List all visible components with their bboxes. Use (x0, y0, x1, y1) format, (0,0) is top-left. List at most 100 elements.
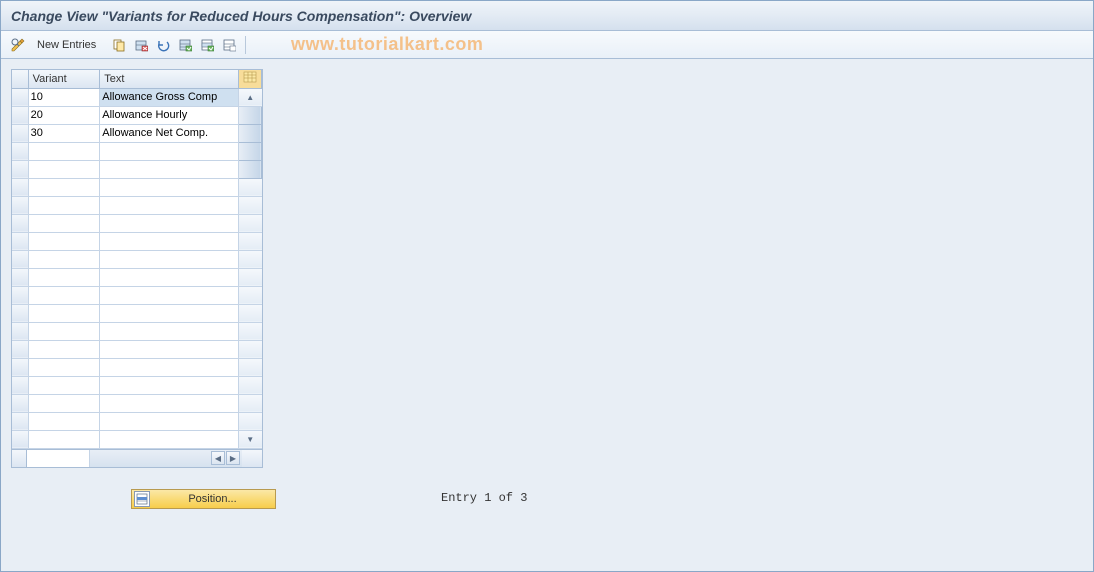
cell-variant[interactable] (28, 142, 100, 160)
cell-variant[interactable] (28, 412, 100, 430)
row-selector[interactable] (12, 106, 28, 124)
row-selector[interactable] (12, 286, 28, 304)
text-input[interactable] (100, 377, 238, 393)
variant-input[interactable] (29, 251, 100, 267)
row-selector[interactable] (12, 322, 28, 340)
hscroll-right-icon[interactable]: ▶ (226, 451, 240, 465)
scroll-thumb[interactable] (238, 142, 261, 160)
variant-input[interactable] (29, 233, 100, 249)
text-input[interactable] (100, 323, 238, 339)
text-input[interactable] (100, 251, 238, 267)
text-input[interactable] (100, 287, 238, 303)
variant-input[interactable] (29, 341, 100, 357)
row-selector[interactable] (12, 178, 28, 196)
row-selector[interactable] (12, 268, 28, 286)
cell-variant[interactable] (28, 376, 100, 394)
row-selector[interactable] (12, 430, 28, 448)
variant-input[interactable] (29, 125, 100, 141)
cell-variant[interactable] (28, 322, 100, 340)
row-selector[interactable] (12, 250, 28, 268)
variant-input[interactable] (29, 179, 100, 195)
cell-variant[interactable] (28, 250, 100, 268)
text-input[interactable] (100, 107, 238, 123)
cell-variant[interactable] (28, 196, 100, 214)
row-selector[interactable] (12, 304, 28, 322)
new-entries-button[interactable]: New Entries (31, 37, 102, 53)
scroll-track[interactable] (238, 304, 261, 322)
cell-text[interactable] (100, 250, 239, 268)
scroll-track[interactable] (238, 412, 261, 430)
text-input[interactable] (100, 341, 238, 357)
copy-as-icon[interactable] (110, 36, 128, 54)
cell-text[interactable] (100, 268, 239, 286)
cell-text[interactable] (100, 322, 239, 340)
hscroll-left-icon[interactable]: ◀ (211, 451, 225, 465)
scroll-track[interactable] (238, 394, 261, 412)
row-selector[interactable] (12, 142, 28, 160)
scroll-track[interactable] (238, 340, 261, 358)
text-input[interactable] (100, 413, 238, 429)
row-selector-header[interactable] (12, 70, 28, 88)
cell-text[interactable] (100, 286, 239, 304)
cell-text[interactable] (100, 304, 239, 322)
variant-input[interactable] (29, 287, 100, 303)
text-input[interactable] (100, 215, 238, 231)
scroll-up-icon[interactable]: ▲ (238, 88, 261, 106)
deselect-all-icon[interactable] (220, 36, 238, 54)
text-input[interactable] (100, 359, 238, 375)
variant-input[interactable] (29, 413, 100, 429)
cell-text[interactable] (100, 376, 239, 394)
cell-text[interactable] (100, 196, 239, 214)
text-input[interactable] (100, 305, 238, 321)
row-selector[interactable] (12, 358, 28, 376)
cell-text[interactable] (100, 412, 239, 430)
hscroll-track[interactable]: ◀ ▶ (90, 450, 242, 467)
cell-variant[interactable] (28, 286, 100, 304)
position-button[interactable]: Position... (131, 489, 276, 509)
select-block-icon[interactable] (198, 36, 216, 54)
text-input[interactable] (100, 431, 238, 447)
cell-variant[interactable] (28, 430, 100, 448)
text-input[interactable] (100, 125, 238, 141)
cell-variant[interactable] (28, 232, 100, 250)
cell-variant[interactable] (28, 358, 100, 376)
cell-text[interactable] (100, 358, 239, 376)
cell-variant[interactable] (28, 160, 100, 178)
cell-variant[interactable] (28, 106, 100, 124)
scroll-track[interactable] (238, 376, 261, 394)
variant-input[interactable] (29, 323, 100, 339)
scroll-thumb[interactable] (238, 106, 261, 124)
column-config-button[interactable] (238, 70, 261, 88)
cell-variant[interactable] (28, 88, 100, 106)
variant-input[interactable] (29, 161, 100, 177)
cell-text[interactable] (100, 124, 239, 142)
scroll-track[interactable] (238, 232, 261, 250)
row-selector[interactable] (12, 394, 28, 412)
cell-variant[interactable] (28, 304, 100, 322)
scroll-track[interactable] (238, 358, 261, 376)
text-input[interactable] (100, 143, 238, 159)
cell-text[interactable] (100, 106, 239, 124)
text-input[interactable] (100, 197, 238, 213)
cell-variant[interactable] (28, 214, 100, 232)
row-selector[interactable] (12, 340, 28, 358)
variant-input[interactable] (29, 359, 100, 375)
scroll-track[interactable] (238, 286, 261, 304)
scroll-track[interactable] (238, 178, 261, 196)
variant-input[interactable] (29, 143, 100, 159)
row-selector[interactable] (12, 196, 28, 214)
column-header-text[interactable]: Text (100, 70, 239, 88)
row-selector[interactable] (12, 412, 28, 430)
cell-text[interactable] (100, 88, 239, 106)
cell-variant[interactable] (28, 340, 100, 358)
scroll-track[interactable] (238, 214, 261, 232)
variant-input[interactable] (29, 305, 100, 321)
variant-input[interactable] (29, 431, 100, 447)
scroll-track[interactable] (238, 250, 261, 268)
cell-variant[interactable] (28, 178, 100, 196)
row-selector[interactable] (12, 214, 28, 232)
undo-icon[interactable] (154, 36, 172, 54)
cell-text[interactable] (100, 214, 239, 232)
cell-text[interactable] (100, 160, 239, 178)
text-input[interactable] (100, 179, 238, 195)
